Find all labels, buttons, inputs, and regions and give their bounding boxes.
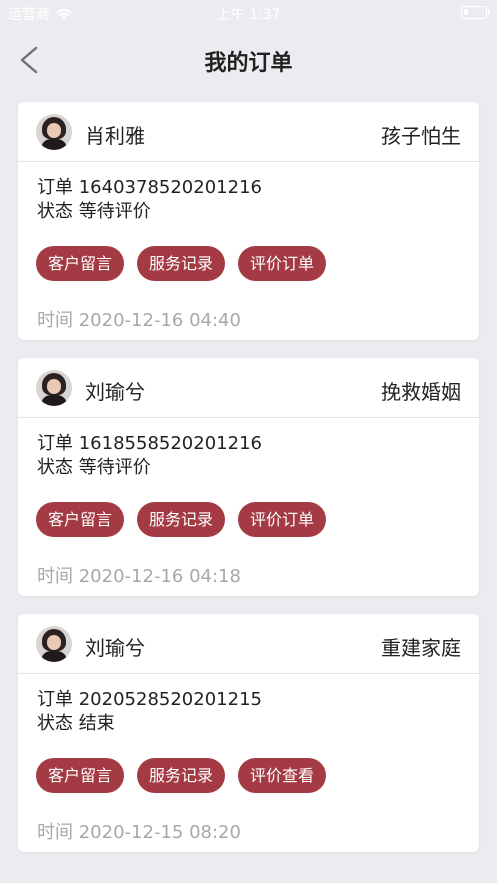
order-number-label: 订单 (37, 689, 73, 710)
order-time: 时间 2020-12-16 04:40 (37, 306, 241, 332)
order-actions: 客户留言 服务记录 评价订单 (36, 246, 327, 281)
view-review-button[interactable]: 评价查看 (238, 758, 327, 793)
avatar (36, 626, 72, 662)
order-info: 订单 1640378520201216 状态 等待评价 (37, 176, 262, 224)
order-time-label: 时间 (37, 822, 73, 843)
avatar (36, 370, 72, 406)
order-status-label: 状态 (37, 201, 73, 222)
order-number: 1640378520201216 (78, 177, 262, 198)
customer-message-button[interactable]: 客户留言 (36, 246, 125, 281)
order-card-header: 刘瑜兮 重建家庭 (18, 614, 479, 674)
order-time-value: 2020-12-15 08:20 (78, 822, 241, 843)
review-order-button[interactable]: 评价订单 (238, 502, 327, 537)
review-order-button[interactable]: 评价订单 (238, 246, 327, 281)
order-time-label: 时间 (37, 310, 73, 331)
order-time: 时间 2020-12-16 04:18 (37, 562, 241, 588)
order-number: 1618558520201216 (78, 433, 262, 454)
order-status-row: 状态 结束 (37, 712, 262, 736)
service-record-button[interactable]: 服务记录 (137, 502, 226, 537)
status-bar: 运营商 上午 1:37 (0, 0, 497, 26)
customer-message-button[interactable]: 客户留言 (36, 502, 125, 537)
service-record-button[interactable]: 服务记录 (137, 758, 226, 793)
consultant-name: 刘瑜兮 (85, 636, 145, 660)
order-time-value: 2020-12-16 04:18 (78, 566, 241, 587)
order-time-value: 2020-12-16 04:40 (78, 310, 241, 331)
order-status: 等待评价 (78, 201, 151, 222)
status-time: 上午 1:37 (216, 7, 281, 23)
order-status: 等待评价 (78, 457, 151, 478)
order-time: 时间 2020-12-15 08:20 (37, 818, 241, 844)
service-type: 重建家庭 (381, 636, 461, 660)
order-status-label: 状态 (37, 457, 73, 478)
order-info: 订单 2020528520201215 状态 结束 (37, 688, 262, 736)
service-type: 孩子怕生 (381, 124, 461, 148)
order-number-row: 订单 2020528520201215 (37, 688, 262, 712)
battery-icon (461, 6, 490, 19)
order-time-label: 时间 (37, 566, 73, 587)
order-card-header: 肖利雅 孩子怕生 (18, 102, 479, 162)
order-status-row: 状态 等待评价 (37, 456, 262, 480)
order-status-label: 状态 (37, 713, 73, 734)
consultant-name: 刘瑜兮 (85, 380, 145, 404)
order-number-row: 订单 1640378520201216 (37, 176, 262, 200)
order-card-header: 刘瑜兮 挽救婚姻 (18, 358, 479, 418)
order-number-label: 订单 (37, 433, 73, 454)
order-status-row: 状态 等待评价 (37, 200, 262, 224)
order-actions: 客户留言 服务记录 评价查看 (36, 758, 327, 793)
nav-bar: 我的订单 (0, 26, 497, 96)
order-number: 2020528520201215 (78, 689, 262, 710)
order-card[interactable]: 肖利雅 孩子怕生 订单 1640378520201216 状态 等待评价 客户留… (18, 102, 479, 340)
order-list: 肖利雅 孩子怕生 订单 1640378520201216 状态 等待评价 客户留… (18, 102, 479, 870)
avatar (36, 114, 72, 150)
order-info: 订单 1618558520201216 状态 等待评价 (37, 432, 262, 480)
order-number-row: 订单 1618558520201216 (37, 432, 262, 456)
order-card[interactable]: 刘瑜兮 挽救婚姻 订单 1618558520201216 状态 等待评价 客户留… (18, 358, 479, 596)
page-title: 我的订单 (204, 51, 293, 76)
order-number-label: 订单 (37, 177, 73, 198)
service-record-button[interactable]: 服务记录 (137, 246, 226, 281)
consultant-name: 肖利雅 (85, 124, 145, 148)
customer-message-button[interactable]: 客户留言 (36, 758, 125, 793)
order-status: 结束 (78, 713, 115, 734)
service-type: 挽救婚姻 (381, 380, 461, 404)
order-actions: 客户留言 服务记录 评价订单 (36, 502, 327, 537)
order-card[interactable]: 刘瑜兮 重建家庭 订单 2020528520201215 状态 结束 客户留言 … (18, 614, 479, 852)
